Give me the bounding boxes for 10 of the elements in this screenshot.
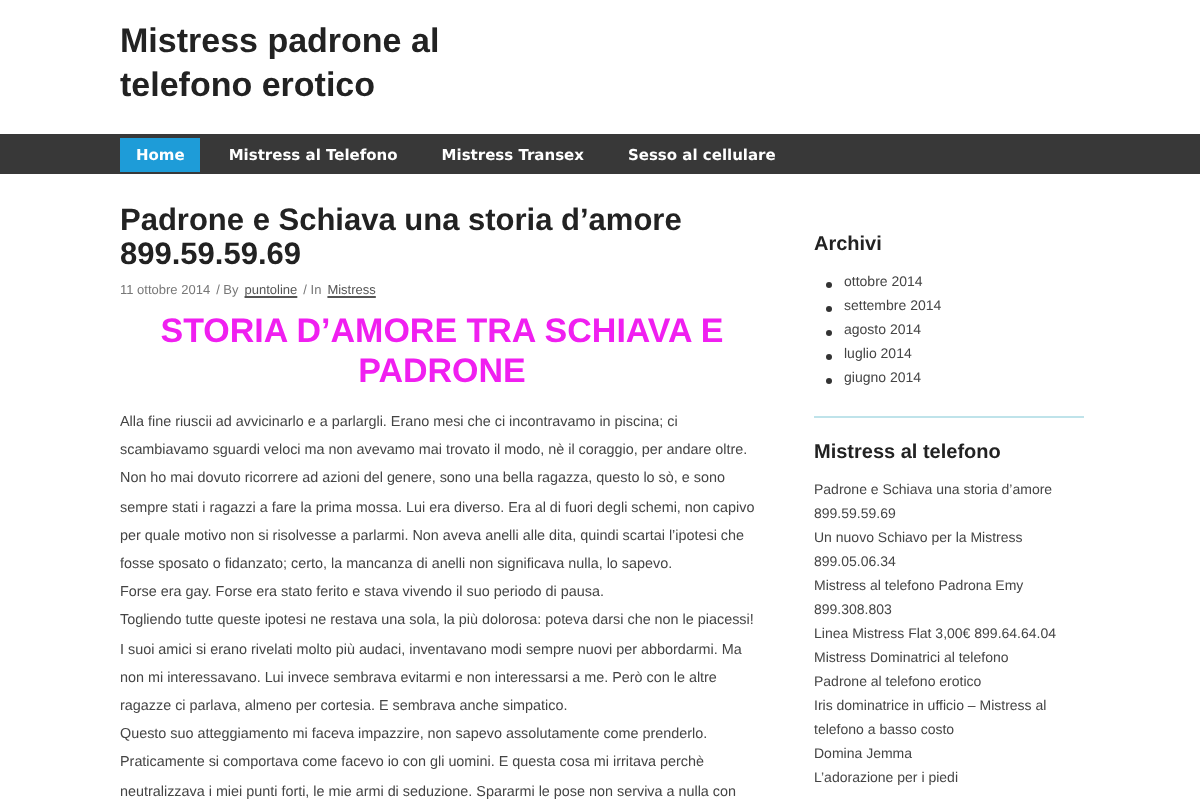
post-heading: STORIA D’AMORE TRA SCHIAVA E PADRONE	[158, 312, 726, 392]
bullet-icon	[826, 353, 832, 359]
widget-title: Mistress al telefono	[814, 442, 1003, 464]
bullet-icon	[826, 305, 832, 311]
bullet-icon	[826, 281, 832, 287]
bullet-icon	[826, 377, 832, 383]
site-title[interactable]: Mistress padrone al telefono erotico	[120, 20, 520, 108]
widget-title: Archivi	[814, 234, 884, 256]
bullet-icon	[826, 329, 832, 335]
post-title: Padrone e Schiava una storia d’amore 899.59.59.69	[120, 204, 684, 272]
